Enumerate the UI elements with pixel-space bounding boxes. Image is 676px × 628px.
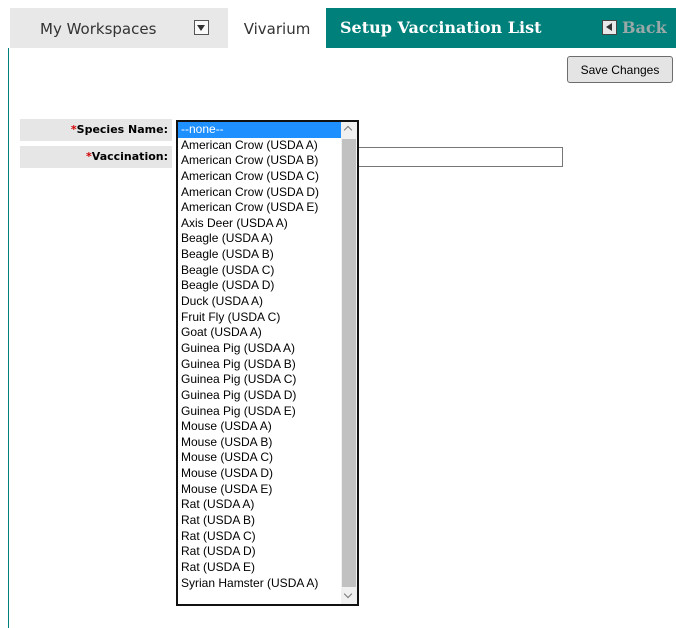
back-label: Back <box>622 18 667 37</box>
content-left-border <box>8 48 9 628</box>
tab-vivarium[interactable]: Vivarium <box>228 8 326 48</box>
species-option[interactable]: Beagle (USDA A) <box>178 231 341 247</box>
species-options-list: --none-- American Crow (USDA A) American C… <box>178 122 341 591</box>
scroll-up-arrow-icon[interactable] <box>341 122 357 138</box>
workspaces-label: My Workspaces <box>40 20 157 38</box>
species-option[interactable]: Fruit Fly (USDA C) <box>178 310 341 326</box>
species-option[interactable]: American Crow (USDA D) <box>178 185 341 201</box>
species-option[interactable]: Rat (USDA E) <box>178 560 341 576</box>
species-option[interactable]: American Crow (USDA E) <box>178 200 341 216</box>
species-option[interactable]: Guinea Pig (USDA D) <box>178 388 341 404</box>
species-option[interactable]: Mouse (USDA C) <box>178 450 341 466</box>
species-option[interactable]: Rat (USDA B) <box>178 513 341 529</box>
back-arrow-icon <box>602 20 617 35</box>
species-option[interactable]: Guinea Pig (USDA A) <box>178 341 341 357</box>
species-option[interactable]: Beagle (USDA B) <box>178 247 341 263</box>
species-select-dropdown[interactable]: --none-- American Crow (USDA A) American C… <box>176 120 359 606</box>
species-option[interactable]: Duck (USDA A) <box>178 294 341 310</box>
species-option[interactable]: Axis Deer (USDA A) <box>178 216 341 232</box>
species-option[interactable]: Beagle (USDA D) <box>178 278 341 294</box>
species-option[interactable]: Mouse (USDA E) <box>178 482 341 498</box>
species-option[interactable]: Rat (USDA C) <box>178 529 341 545</box>
species-name-label: *Species Name: <box>20 119 172 141</box>
scroll-down-arrow-icon[interactable] <box>341 588 357 604</box>
species-option[interactable]: Syrian Hamster (USDA A) <box>178 576 341 592</box>
species-option[interactable]: Beagle (USDA C) <box>178 263 341 279</box>
species-option[interactable]: Guinea Pig (USDA E) <box>178 404 341 420</box>
vaccination-label-text: Vaccination: <box>91 150 168 163</box>
species-name-label-text: Species Name: <box>76 123 168 136</box>
species-option[interactable]: Guinea Pig (USDA C) <box>178 372 341 388</box>
scrollbar-thumb[interactable] <box>342 139 356 587</box>
top-navigation-bar: My Workspaces Vivarium Setup Vaccination… <box>0 0 676 48</box>
tab-my-workspaces[interactable]: My Workspaces <box>10 8 228 48</box>
species-option[interactable]: Rat (USDA A) <box>178 497 341 513</box>
species-option[interactable]: Goat (USDA A) <box>178 325 341 341</box>
dropdown-arrow-icon[interactable] <box>194 20 209 35</box>
page-title-bar: Setup Vaccination List Back <box>326 8 676 48</box>
save-changes-button[interactable]: Save Changes <box>567 56 673 83</box>
species-option[interactable]: American Crow (USDA A) <box>178 138 341 154</box>
vaccination-label: *Vaccination: <box>20 146 172 168</box>
vivarium-label: Vivarium <box>243 20 311 38</box>
species-option[interactable]: Guinea Pig (USDA B) <box>178 357 341 373</box>
species-option[interactable]: American Crow (USDA B) <box>178 153 341 169</box>
species-option[interactable]: Mouse (USDA B) <box>178 435 341 451</box>
species-option[interactable]: Mouse (USDA A) <box>178 419 341 435</box>
page-title: Setup Vaccination List <box>340 18 542 37</box>
species-option[interactable]: Mouse (USDA D) <box>178 466 341 482</box>
species-option[interactable]: --none-- <box>178 122 341 138</box>
dropdown-scrollbar[interactable] <box>341 122 357 604</box>
species-option[interactable]: Rat (USDA D) <box>178 544 341 560</box>
species-option[interactable]: American Crow (USDA C) <box>178 169 341 185</box>
